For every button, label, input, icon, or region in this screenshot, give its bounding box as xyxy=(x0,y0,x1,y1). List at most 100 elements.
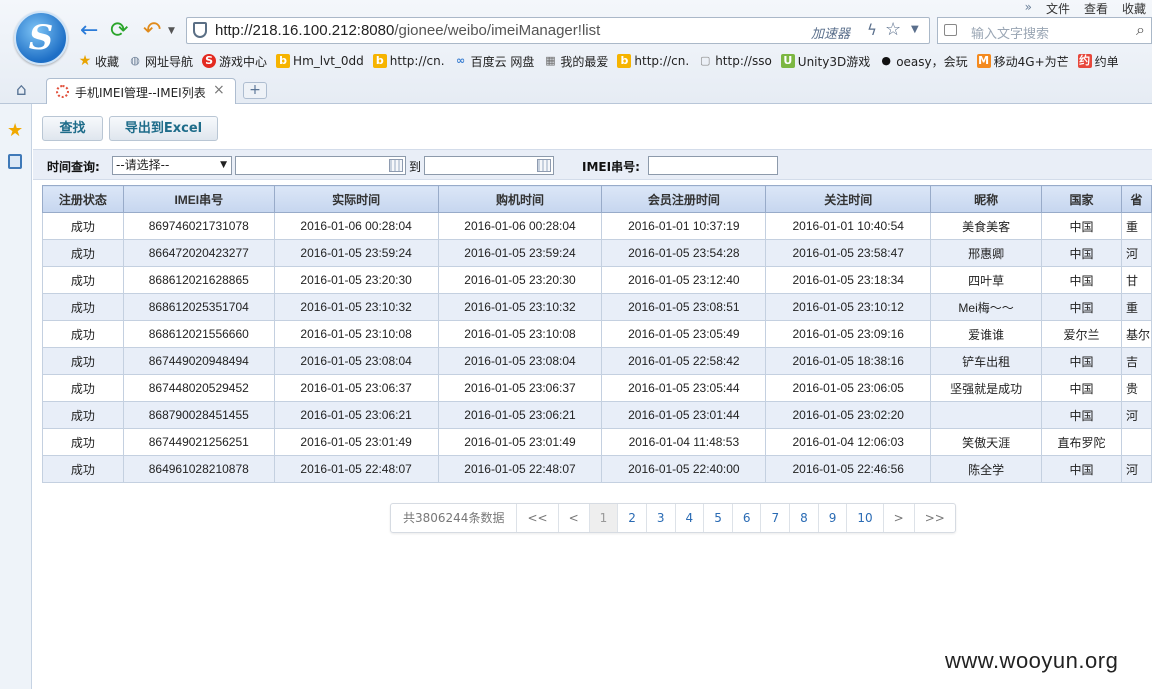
start-date-input[interactable] xyxy=(235,156,406,175)
table-header-row: 注册状态 IMEI串号 实际时间 购机时间 会员注册时间 关注时间 昵称 国家 … xyxy=(42,185,1152,213)
page-button[interactable]: 7 xyxy=(761,504,791,532)
table-row[interactable]: 成功 867449020948494 2016-01-05 23:08:04 2016… xyxy=(42,347,1152,375)
page-button[interactable]: 2 xyxy=(618,504,647,532)
search-icon[interactable]: ⌕ xyxy=(1136,20,1145,40)
prev-page-button[interactable]: < xyxy=(559,504,590,532)
menu-view[interactable]: 查看 xyxy=(1084,0,1108,16)
column-header[interactable]: 省 xyxy=(1120,185,1152,213)
imei-label: IMEI串号: xyxy=(582,160,640,174)
bookmark-item[interactable]: ★ 收藏 xyxy=(78,52,119,70)
bookmark-item[interactable]: M 移动4G+为芒 xyxy=(976,52,1069,70)
tab-imei-list[interactable]: 手机IMEI管理--IMEI列表 × xyxy=(46,78,236,104)
export-excel-button[interactable]: 导出到Excel xyxy=(109,116,218,141)
bookmark-item[interactable]: b Hm_lvt_0dd xyxy=(276,52,364,70)
page-button[interactable]: 9 xyxy=(819,504,848,532)
undo-dropdown-icon[interactable]: ▼ xyxy=(168,26,175,36)
bookmark-item[interactable]: ● oeasy，会玩 xyxy=(879,52,967,70)
bookmark-item[interactable]: ▦ 我的最爱 xyxy=(543,52,608,70)
table-body: 成功 869746021731078 2016-01-06 00:28:04 2016… xyxy=(42,212,1152,483)
table-cell: 2016-01-05 23:59:24 xyxy=(437,239,603,267)
page-button[interactable]: 8 xyxy=(790,504,819,532)
search-box[interactable]: 输入文字搜索 ⌕ xyxy=(937,17,1152,44)
bookmark-item[interactable]: ∞ 百度云 网盘 xyxy=(454,52,534,70)
table-row[interactable]: 成功 868612025351704 2016-01-05 23:10:32 2016… xyxy=(42,293,1152,321)
last-page-button[interactable]: >> xyxy=(915,504,955,532)
column-header[interactable]: IMEI串号 xyxy=(122,185,275,213)
end-date-input[interactable] xyxy=(424,156,554,175)
address-bar[interactable]: http://218.16.100.212:8080/gionee/weibo/… xyxy=(186,17,930,44)
table-cell: 868612021556660 xyxy=(122,320,275,348)
bookmark-item[interactable]: 约约单 xyxy=(1077,52,1119,70)
reader-icon[interactable] xyxy=(8,154,22,169)
column-header[interactable]: 购机时间 xyxy=(437,185,603,213)
back-arrow-icon[interactable]: ← xyxy=(80,20,98,42)
table-row[interactable]: 成功 868612021628865 2016-01-05 23:20:30 2016… xyxy=(42,266,1152,294)
watermark: www.wooyun.org xyxy=(945,648,1119,673)
page-button[interactable]: 4 xyxy=(676,504,705,532)
calendar-icon[interactable] xyxy=(389,159,403,172)
lightning-icon[interactable]: ϟ xyxy=(867,21,877,39)
page-button[interactable]: 5 xyxy=(704,504,733,532)
table-row[interactable]: 成功 866472020423277 2016-01-05 23:59:24 2016… xyxy=(42,239,1152,267)
bookmark-label: 约单 xyxy=(1094,54,1119,69)
search-engine-icon[interactable] xyxy=(944,24,957,36)
bookmark-item[interactable]: ▢ http://sso xyxy=(698,52,772,70)
column-header[interactable]: 国家 xyxy=(1041,185,1122,213)
table-row[interactable]: 成功 868790028451455 2016-01-05 23:06:21 2016… xyxy=(42,401,1152,429)
bookmark-item[interactable]: U Unity3D游戏 xyxy=(780,52,870,70)
url-path: /gionee/weibo/imeiManager!list xyxy=(394,22,601,39)
first-page-button[interactable]: << xyxy=(517,504,559,532)
browser-logo-letter: S xyxy=(28,18,54,58)
bookmark-item[interactable]: b http://cn. xyxy=(617,52,689,70)
imei-input[interactable] xyxy=(648,156,778,175)
table-cell: 868612025351704 xyxy=(122,293,275,321)
accelerator-label[interactable]: 加速器 xyxy=(811,23,850,42)
home-icon[interactable]: ⌂ xyxy=(16,80,27,100)
bookmark-item[interactable]: ◍ 网址导航 xyxy=(128,52,193,70)
imei-table: 注册状态 IMEI串号 实际时间 购机时间 会员注册时间 关注时间 昵称 国家 … xyxy=(42,185,1152,483)
favorites-star-icon[interactable]: ★ xyxy=(7,120,23,141)
find-button[interactable]: 查找 xyxy=(42,116,103,141)
refresh-icon[interactable]: ⟳ xyxy=(110,20,128,42)
column-header[interactable]: 实际时间 xyxy=(273,185,439,213)
column-header[interactable]: 会员注册时间 xyxy=(601,185,767,213)
table-cell: 868790028451455 xyxy=(122,401,275,429)
table-row[interactable]: 成功 864961028210878 2016-01-05 22:48:07 2016… xyxy=(42,455,1152,483)
column-header[interactable]: 关注时间 xyxy=(765,185,932,213)
table-row[interactable]: 成功 868612021556660 2016-01-05 23:10:08 2016… xyxy=(42,320,1152,348)
table-cell: 2016-01-05 23:06:05 xyxy=(765,374,932,402)
address-dropdown-icon[interactable]: ▼ xyxy=(911,24,919,35)
browser-logo[interactable]: S xyxy=(14,11,68,65)
table-cell: 成功 xyxy=(42,212,124,240)
table-row[interactable]: 成功 867448020529452 2016-01-05 23:06:37 2016… xyxy=(42,374,1152,402)
column-header[interactable]: 昵称 xyxy=(930,185,1043,213)
next-page-button[interactable]: > xyxy=(884,504,915,532)
address-url[interactable]: http://218.16.100.212:8080/gionee/weibo/… xyxy=(215,22,600,39)
page-button[interactable]: 6 xyxy=(733,504,762,532)
time-select[interactable]: --请选择-- ▼ xyxy=(112,156,232,175)
table-cell: 中国 xyxy=(1041,374,1122,402)
table-cell: 爱谁谁 xyxy=(930,320,1043,348)
table-cell: 2016-01-05 23:10:08 xyxy=(437,320,603,348)
bookmark-item[interactable]: S 游戏中心 xyxy=(202,52,267,70)
favorite-star-icon[interactable]: ☆ xyxy=(885,19,901,40)
close-icon[interactable]: × xyxy=(213,82,225,98)
bookmark-label: Hm_lvt_0dd xyxy=(293,54,364,68)
table-row[interactable]: 成功 869746021731078 2016-01-06 00:28:04 2016… xyxy=(42,212,1152,240)
table-cell: 2016-01-05 23:10:08 xyxy=(273,320,439,348)
new-tab-button[interactable]: + xyxy=(243,82,267,99)
menu-overflow-icon[interactable]: » xyxy=(1025,0,1032,14)
page-button[interactable]: 10 xyxy=(847,504,884,532)
menu-favorites[interactable]: 收藏 xyxy=(1122,0,1146,16)
browser-sidebar: ★ xyxy=(0,104,32,689)
table-row[interactable]: 成功 867449021256251 2016-01-05 23:01:49 2016… xyxy=(42,428,1152,456)
table-cell: 中国 xyxy=(1041,239,1122,267)
table-cell: 成功 xyxy=(42,239,124,267)
bookmark-item[interactable]: b http://cn. xyxy=(372,52,445,70)
menu-file[interactable]: 文件 xyxy=(1046,0,1070,16)
page-button[interactable]: 3 xyxy=(647,504,676,532)
table-cell: 2016-01-05 22:48:07 xyxy=(437,455,603,483)
undo-icon[interactable]: ↶ xyxy=(143,20,161,42)
calendar-icon[interactable] xyxy=(537,159,551,172)
column-header[interactable]: 注册状态 xyxy=(42,185,124,213)
